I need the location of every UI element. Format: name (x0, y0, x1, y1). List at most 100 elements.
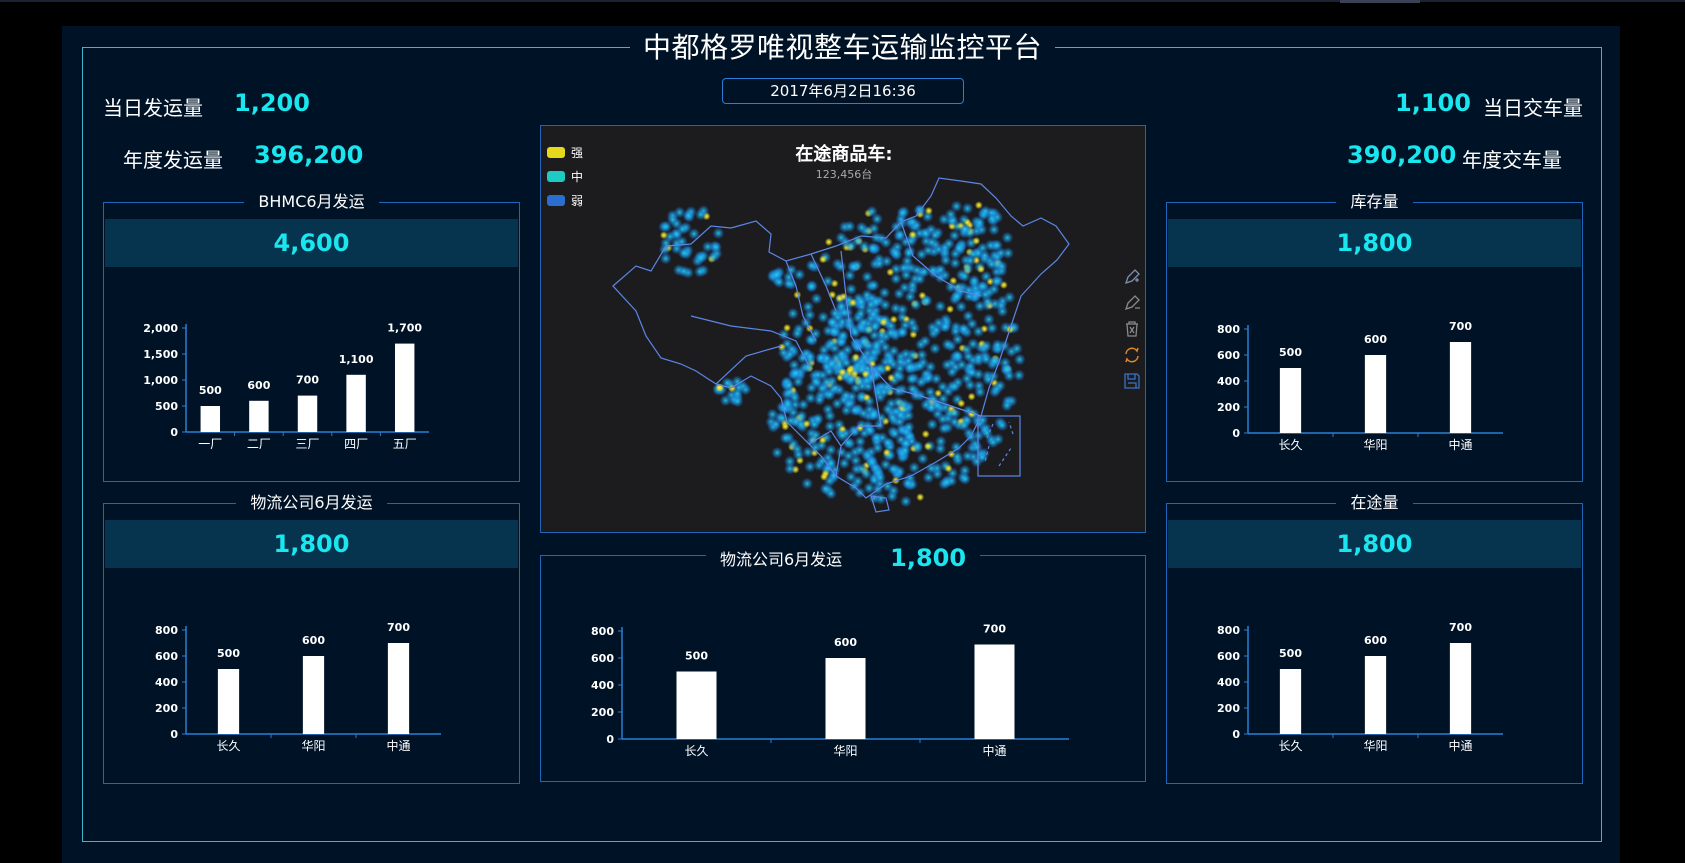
heat-point (843, 220, 856, 233)
datetime-display: 2017年6月2日16:36 (722, 78, 964, 104)
heat-point (864, 298, 877, 311)
in-transit-bar (1449, 643, 1472, 734)
heat-point (1010, 342, 1023, 355)
heat-point (990, 275, 1003, 288)
inventory-bar (1449, 342, 1472, 433)
pen-minus-icon[interactable] (1123, 294, 1143, 320)
map-toolbar (1123, 268, 1143, 398)
inventory-y-tick-label: 0 (1232, 427, 1240, 440)
heat-point (934, 300, 947, 313)
inventory-data-label: 700 (1449, 320, 1472, 333)
logistics-left-bar-chart: 0 200 400 600 800 500 长久 600 华阳 700 中通 (155, 621, 441, 753)
logistics-center-y-tick-label: 200 (591, 706, 614, 719)
heat-point (896, 207, 909, 220)
logistics-center-x-tick-label: 长久 (684, 744, 708, 758)
heat-point (770, 268, 783, 281)
bhmc-y-tick-label: 2,000 (143, 322, 178, 335)
logistics-center-y-tick-label: 0 (606, 733, 614, 746)
inventory-x-tick-label: 长久 (1278, 438, 1302, 452)
heat-point (845, 373, 858, 386)
in-transit-x-tick-label: 长久 (1278, 739, 1302, 753)
top-strip (0, 0, 1685, 2)
heat-point (995, 260, 1008, 273)
in-transit-data-label: 600 (1364, 634, 1387, 647)
heat-point (906, 348, 919, 361)
in-transit-x-tick-label: 华阳 (1363, 739, 1387, 753)
bhmc-bar (394, 343, 415, 432)
heat-point (924, 360, 937, 373)
heat-point (886, 268, 895, 277)
logistics-left-y-tick-label: 0 (170, 728, 178, 741)
bhmc-panel: BHMC6月发运 4,600 0 500 1,000 1,500 2,000 500 一厂 6… (103, 192, 520, 482)
heat-point (919, 335, 932, 348)
heat-point (973, 216, 986, 229)
heat-point (899, 444, 912, 457)
logistics-left-y-tick-label: 800 (155, 624, 178, 637)
heat-point (845, 470, 857, 483)
heat-point (908, 230, 917, 239)
bhmc-bar (346, 374, 366, 432)
refresh-icon[interactable] (1123, 346, 1143, 372)
logistics-center-x-tick-label: 华阳 (833, 744, 857, 758)
heat-point (855, 221, 868, 234)
heat-point (777, 346, 790, 359)
heat-point (961, 202, 974, 215)
heat-point (958, 223, 971, 236)
heat-point (966, 317, 979, 330)
save-icon[interactable] (1123, 372, 1143, 398)
heat-point (878, 286, 891, 299)
heat-point (819, 255, 827, 264)
pen-plus-icon[interactable] (1123, 268, 1143, 294)
in-transit-y-tick-label: 600 (1217, 650, 1240, 663)
heat-point (926, 418, 939, 431)
heat-point (994, 379, 1006, 392)
heat-point (871, 442, 884, 454)
inventory-y-tick-label: 800 (1217, 323, 1240, 336)
china-heat-map[interactable]: 强 中 弱 在途商品车: 123,456台 (540, 125, 1146, 533)
bhmc-y-tick-label: 0 (170, 426, 178, 439)
logistics-center-bar (974, 644, 1015, 739)
trash-icon[interactable] (1123, 320, 1143, 346)
heat-point (899, 495, 912, 508)
heat-point (676, 223, 689, 236)
inventory-data-label: 600 (1364, 333, 1387, 346)
logistics-center-data-label: 700 (983, 623, 1006, 636)
heat-point (944, 464, 953, 473)
logistics-left-data-label: 700 (387, 621, 410, 634)
heat-points (658, 200, 1026, 508)
heat-point (920, 294, 933, 307)
daily-ship-label: 当日发运量 (103, 96, 203, 120)
logistics-left-bar (302, 656, 325, 734)
heat-point (904, 290, 917, 303)
logistics-center-y-tick-label: 600 (591, 652, 614, 665)
heat-point (834, 260, 847, 273)
heat-point (779, 432, 792, 444)
bhmc-x-tick-label: 二厂 (247, 437, 271, 451)
bhmc-x-tick-label: 一厂 (198, 437, 222, 451)
heat-point (783, 323, 792, 332)
heat-point (948, 380, 961, 393)
in-transit-y-tick-label: 200 (1217, 702, 1240, 715)
heat-point (826, 316, 839, 329)
logistics-center-data-label: 600 (834, 636, 857, 649)
bhmc-x-tick-label: 三厂 (295, 437, 319, 451)
heat-point (712, 227, 725, 240)
annual-deliver-label: 年度交车量 (1462, 148, 1562, 172)
heat-point (915, 248, 928, 261)
logistics-center-y-tick-label: 800 (591, 625, 614, 638)
heat-point (978, 249, 991, 262)
heat-point (824, 238, 833, 246)
logistics-center-y-tick-label: 400 (591, 679, 614, 692)
logistics-left-x-tick-label: 长久 (216, 739, 240, 753)
inventory-x-tick-label: 中通 (1448, 437, 1472, 452)
in-transit-bar-chart: 0 200 400 600 800 500 长久 600 华阳 700 中通 (1217, 621, 1503, 753)
logistics-left-panel: 物流公司6月发运 1,800 0 200 400 600 800 500 长久 600 华阳 70… (103, 493, 520, 784)
bhmc-y-tick-label: 1,500 (143, 348, 178, 361)
heat-point (974, 386, 987, 398)
heat-point (771, 446, 784, 459)
heat-point (820, 472, 828, 481)
logistics-center-bar-chart: 0 200 400 600 800 500 长久 600 华阳 700 中通 (591, 623, 1069, 758)
heat-point (960, 343, 973, 356)
heat-point (693, 265, 706, 278)
heat-point (820, 376, 833, 388)
